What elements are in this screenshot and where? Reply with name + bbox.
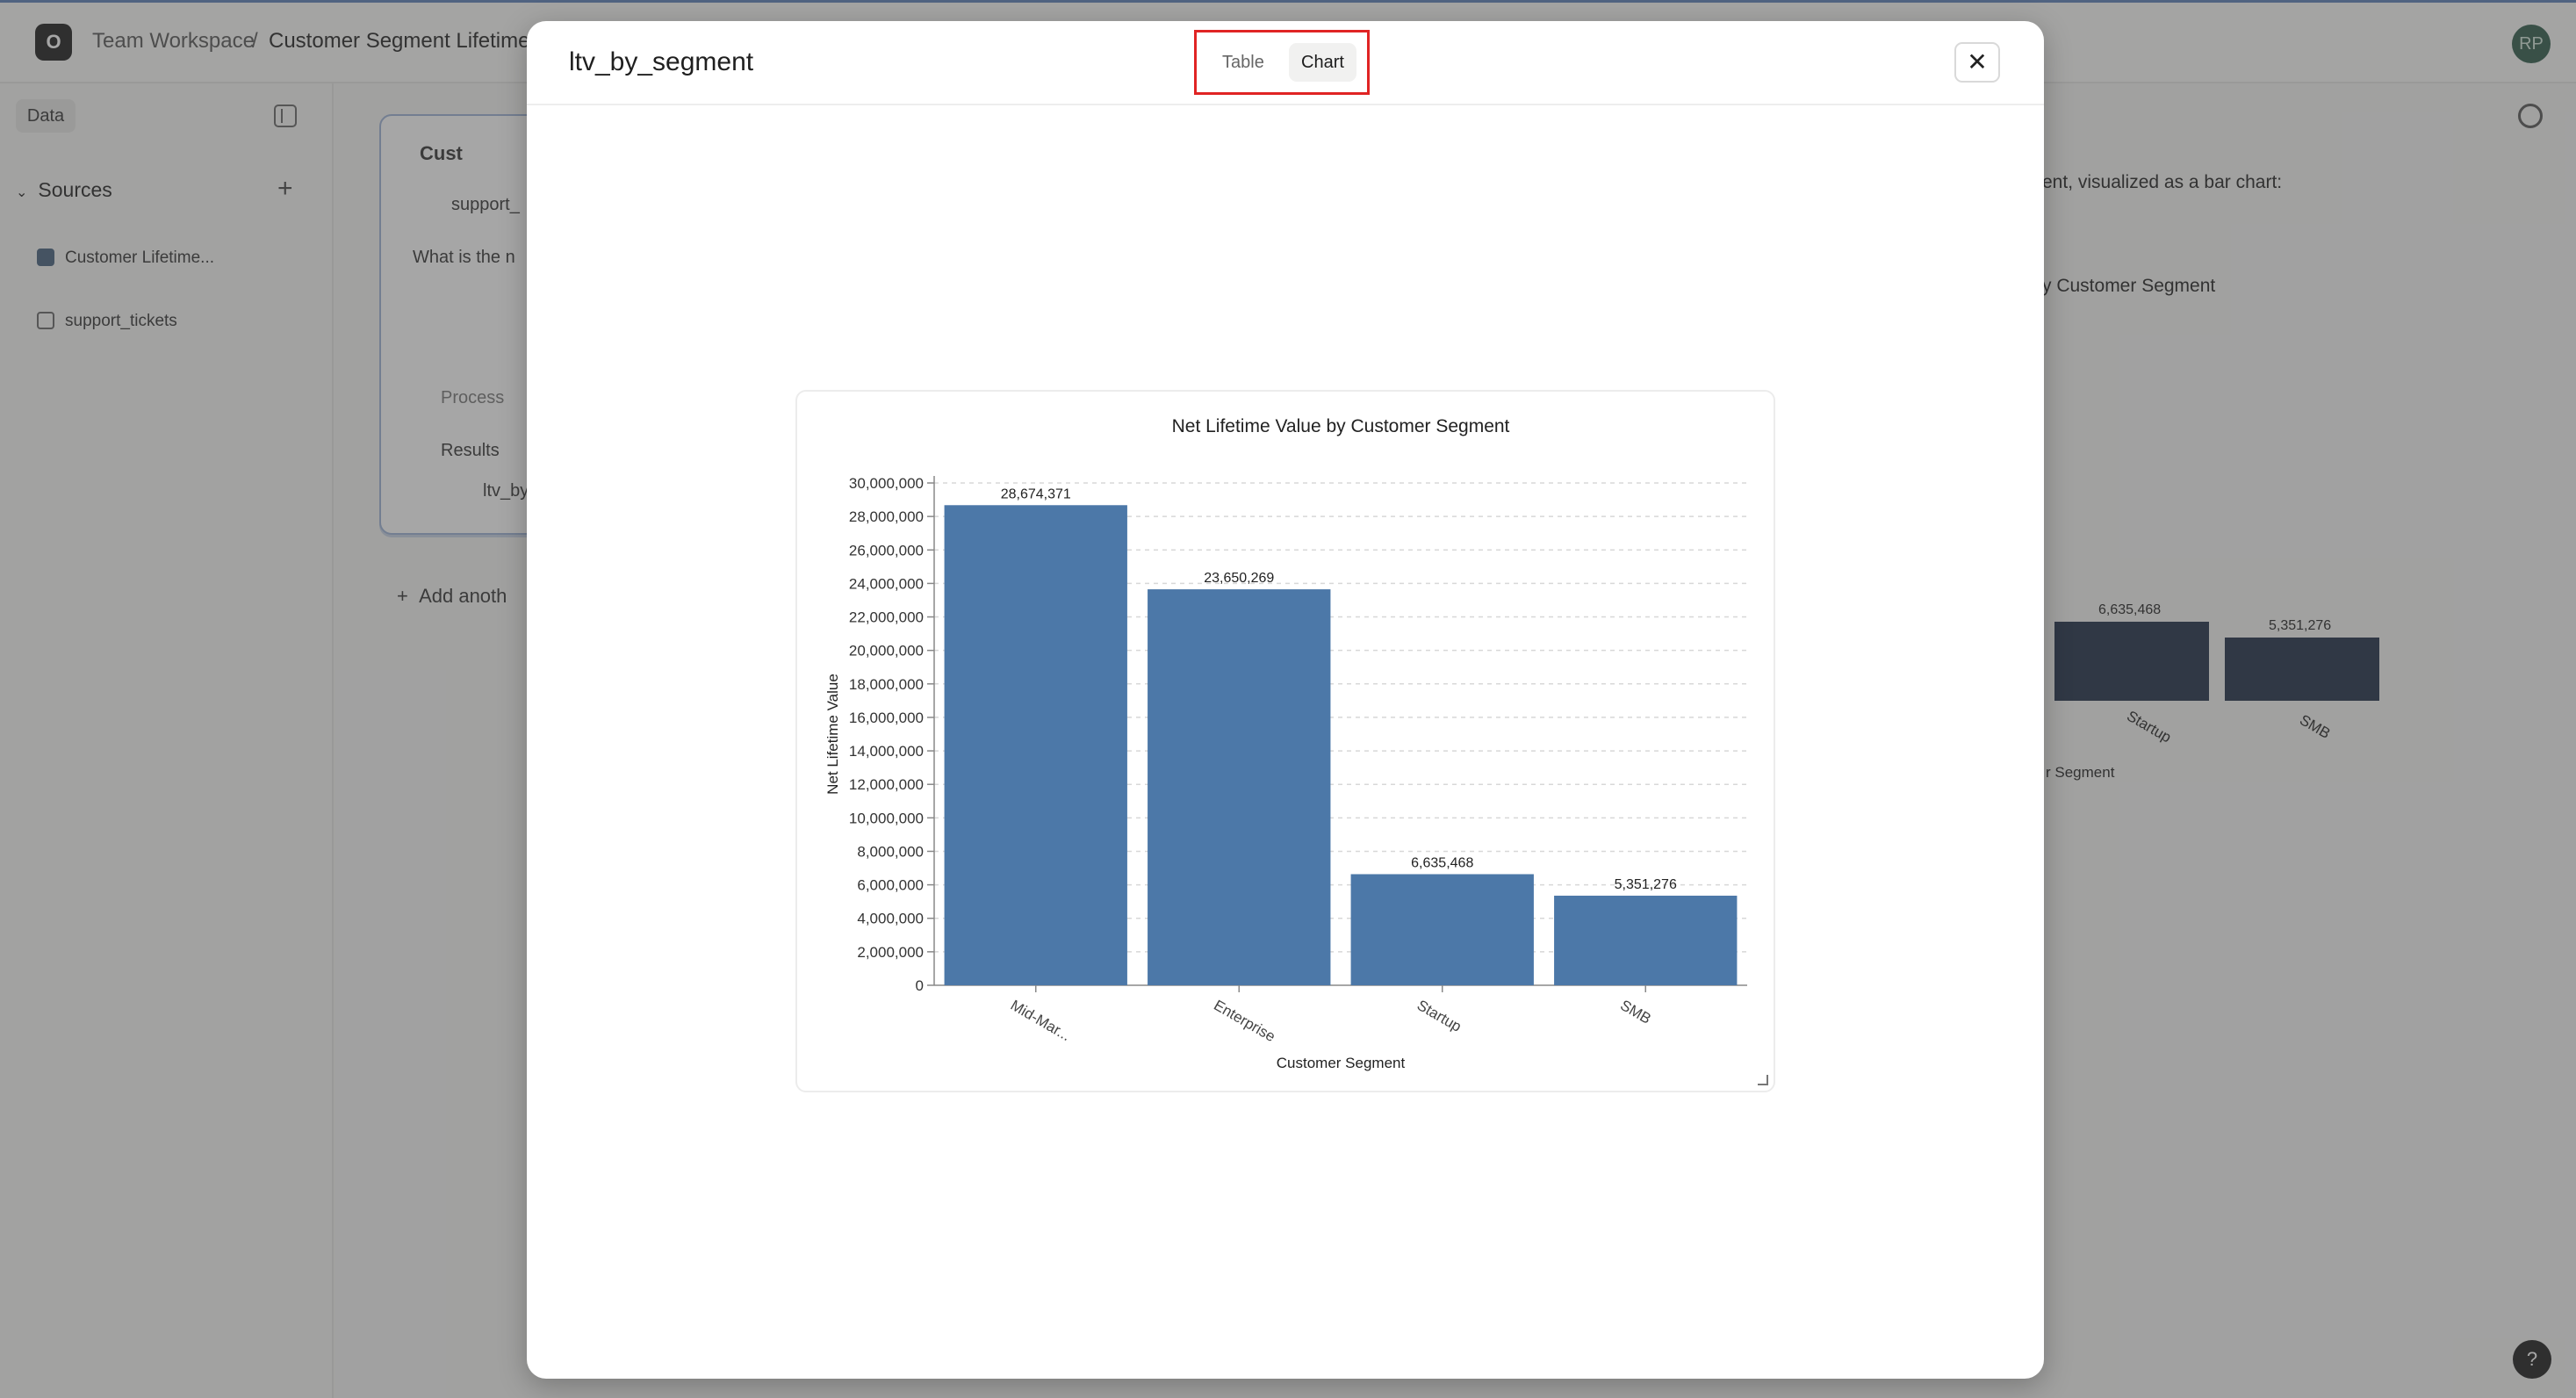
tab-table[interactable]: Table — [1210, 43, 1277, 82]
chart-title: Net Lifetime Value by Customer Segment — [1172, 416, 1510, 436]
tab-chart[interactable]: Chart — [1289, 43, 1356, 82]
y-tick-label: 16,000,000 — [849, 710, 924, 726]
modal-header: ltv_by_segment Table Chart ✕ — [527, 21, 2044, 105]
y-axis-title: Net Lifetime Value — [824, 674, 841, 795]
y-tick-label: 8,000,000 — [857, 843, 924, 860]
bar-value-label: 23,650,269 — [1204, 571, 1274, 586]
y-tick-label: 24,000,000 — [849, 575, 924, 592]
y-tick-label: 18,000,000 — [849, 676, 924, 693]
y-tick-label: 12,000,000 — [849, 776, 924, 793]
bar — [1350, 874, 1534, 985]
x-tick-label: SMB — [1617, 997, 1653, 1027]
x-tick-label: Startup — [1414, 997, 1464, 1035]
modal-title: ltv_by_segment — [569, 47, 754, 76]
y-tick-label: 30,000,000 — [849, 475, 924, 492]
y-tick-label: 6,000,000 — [857, 877, 924, 894]
bar — [944, 505, 1127, 985]
y-tick-label: 0 — [916, 977, 924, 994]
y-tick-label: 20,000,000 — [849, 643, 924, 659]
close-button[interactable]: ✕ — [1954, 42, 2000, 83]
bar-value-label: 5,351,276 — [1615, 877, 1677, 892]
result-modal: ltv_by_segment Table Chart ✕ Net Lifetim… — [527, 21, 2044, 1379]
bar-value-label: 28,674,371 — [1001, 486, 1071, 501]
close-icon: ✕ — [1967, 48, 1988, 76]
bar — [1148, 589, 1331, 985]
x-axis-title: Customer Segment — [1277, 1055, 1406, 1071]
chart-container: Net Lifetime Value by Customer Segment 0 2… — [795, 390, 1775, 1092]
y-tick-label: 22,000,000 — [849, 609, 924, 626]
y-tick-label: 10,000,000 — [849, 810, 924, 826]
x-tick-label: Mid-Mar... — [1008, 997, 1074, 1044]
resize-handle-icon[interactable] — [1758, 1075, 1768, 1085]
y-tick-label: 14,000,000 — [849, 743, 924, 760]
y-tick-label: 2,000,000 — [857, 944, 924, 961]
y-tick-label: 4,000,000 — [857, 911, 924, 927]
x-tick-label: Enterprise — [1211, 997, 1278, 1045]
y-tick-label: 26,000,000 — [849, 542, 924, 558]
bar — [1554, 895, 1738, 985]
bar-value-label: 6,635,468 — [1411, 855, 1473, 870]
y-tick-label: 28,000,000 — [849, 508, 924, 525]
bar-chart: Net Lifetime Value by Customer Segment 0 2… — [824, 416, 1747, 1071]
